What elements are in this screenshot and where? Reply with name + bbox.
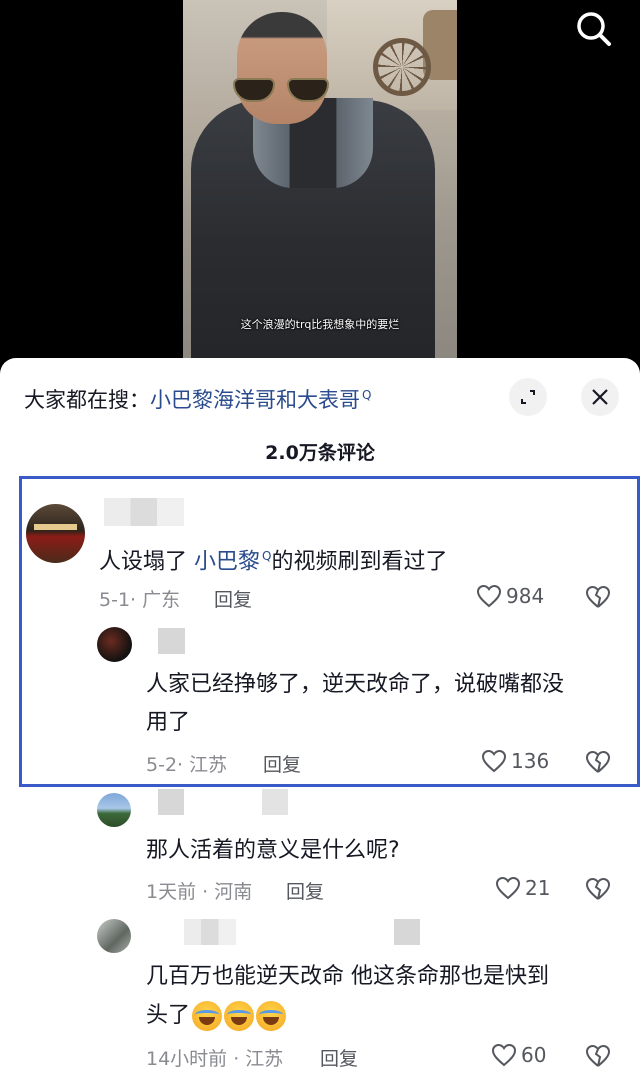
broken-heart-icon [585,1044,611,1067]
person-head [237,12,327,124]
video-subtitle: 这个浪漫的trq比我想象中的要烂 [240,318,400,331]
trending-search-prefix: 大家都在搜： [24,388,150,412]
comment-meta: 5-2· 江苏 [146,754,228,776]
like-count: 21 [525,876,551,900]
comment-sheet: 大家都在搜：小巴黎海洋哥和大表哥 Q 2.0万条评论 人设塌了 小巴黎 Q的视频刷到… [0,358,640,1074]
reply-button[interactable]: 回复 [263,750,301,777]
heart-icon [491,1043,517,1067]
expand-button[interactable] [509,378,547,416]
broken-heart-icon [585,585,611,608]
username-blurred[interactable] [184,919,236,945]
sunglasses [233,78,329,104]
comment-text-line-1: 几百万也能逆天改命 他这条命那也是快到 [146,964,549,989]
like-button[interactable]: 984 [476,584,544,608]
reply-button[interactable]: 回复 [286,877,324,904]
like-button[interactable]: 136 [481,749,549,773]
close-icon [592,389,608,405]
avatar[interactable] [97,793,131,827]
reply-button[interactable]: 回复 [214,585,252,612]
comment-text-line-2: 用了 [146,710,191,735]
username-blurred[interactable] [158,789,184,815]
username-blurred[interactable] [158,628,185,654]
video-frame: 这个浪漫的trq比我想象中的要烂 [183,0,457,380]
comment-keyword-link[interactable]: 小巴黎 [194,549,260,574]
heart-icon [495,876,521,900]
dislike-button[interactable] [585,585,611,613]
comment-text: 人设塌了 小巴黎 Q的视频刷到看过了 [99,549,448,575]
username-blurred[interactable] [104,498,184,526]
search-icon[interactable] [572,8,616,48]
trending-search-bar[interactable]: 大家都在搜：小巴黎海洋哥和大表哥 Q [24,384,371,414]
laughing-crying-emoji [256,1001,287,1031]
dislike-button[interactable] [585,750,611,778]
like-count: 136 [511,749,550,773]
video-player[interactable]: 这个浪漫的trq比我想象中的要烂 [0,0,640,380]
avatar[interactable] [26,504,85,563]
comment-meta: 14小时前 · 江苏 [146,1048,284,1070]
username-blurred[interactable] [394,919,420,945]
username-blurred[interactable] [262,789,288,815]
comment-text-line-2: 头了 [146,997,287,1034]
comment-count: 2.0万条评论 [265,442,375,464]
comment-text: 那人活着的意义是什么呢? [146,838,400,863]
laughing-crying-emoji [192,1001,223,1031]
heart-icon [481,749,507,773]
laughing-crying-emoji [224,1001,255,1031]
expand-icon [521,390,535,404]
trending-search-keyword[interactable]: 小巴黎海洋哥和大表哥 [150,388,360,412]
like-button[interactable]: 21 [495,876,550,900]
heart-icon [476,584,502,608]
like-count: 60 [521,1043,547,1067]
search-q-icon: Q [362,388,372,402]
broken-heart-icon [585,877,611,900]
comment-meta: 5-1· 广东 [99,589,181,611]
broken-heart-icon [585,750,611,773]
avatar[interactable] [97,919,131,953]
dislike-button[interactable] [585,1044,611,1072]
like-button[interactable]: 60 [491,1043,546,1067]
avatar[interactable] [97,627,132,662]
comment-meta: 1天前 · 河南 [146,881,253,903]
dislike-button[interactable] [585,877,611,905]
background-wheel [373,38,431,96]
reply-button[interactable]: 回复 [320,1044,358,1071]
like-count: 984 [506,584,545,608]
close-button[interactable] [581,378,619,416]
comment-text-line-1: 人家已经挣够了，逆天改命了，说破嘴都没 [146,672,565,697]
